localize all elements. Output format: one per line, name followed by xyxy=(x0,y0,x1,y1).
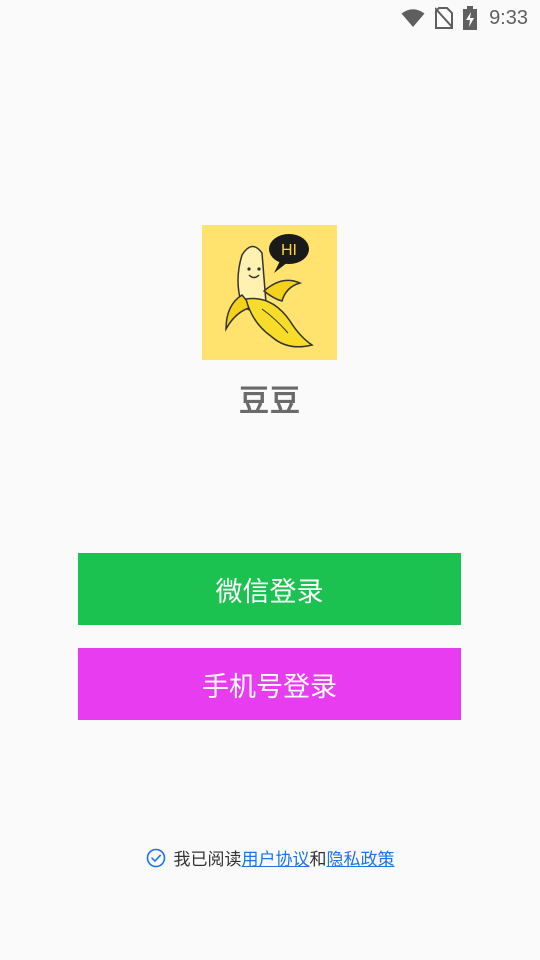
status-bar: 9:33 xyxy=(0,0,540,36)
wechat-login-button[interactable]: 微信登录 xyxy=(78,553,461,625)
user-agreement-link[interactable]: 用户协议 xyxy=(242,845,310,870)
app-logo: HI xyxy=(202,225,337,360)
agreement-prefix: 我已阅读 xyxy=(173,850,242,870)
agreement-conjunction: 和 xyxy=(309,850,327,870)
wifi-icon xyxy=(401,8,425,28)
check-circle-icon[interactable] xyxy=(146,848,166,868)
speech-bubble-text: HI xyxy=(281,242,297,259)
status-time: 9:33 xyxy=(489,6,528,29)
no-sim-icon xyxy=(435,7,454,29)
agreement-row: 我已阅读 用户协议 和 隐私政策 xyxy=(0,845,540,870)
app-name: 豆豆 xyxy=(239,384,301,419)
privacy-policy-link[interactable]: 隐私政策 xyxy=(327,845,395,870)
status-icons: 9:33 xyxy=(401,5,528,31)
battery-charging-icon xyxy=(463,6,478,30)
phone-login-button[interactable]: 手机号登录 xyxy=(78,648,461,720)
